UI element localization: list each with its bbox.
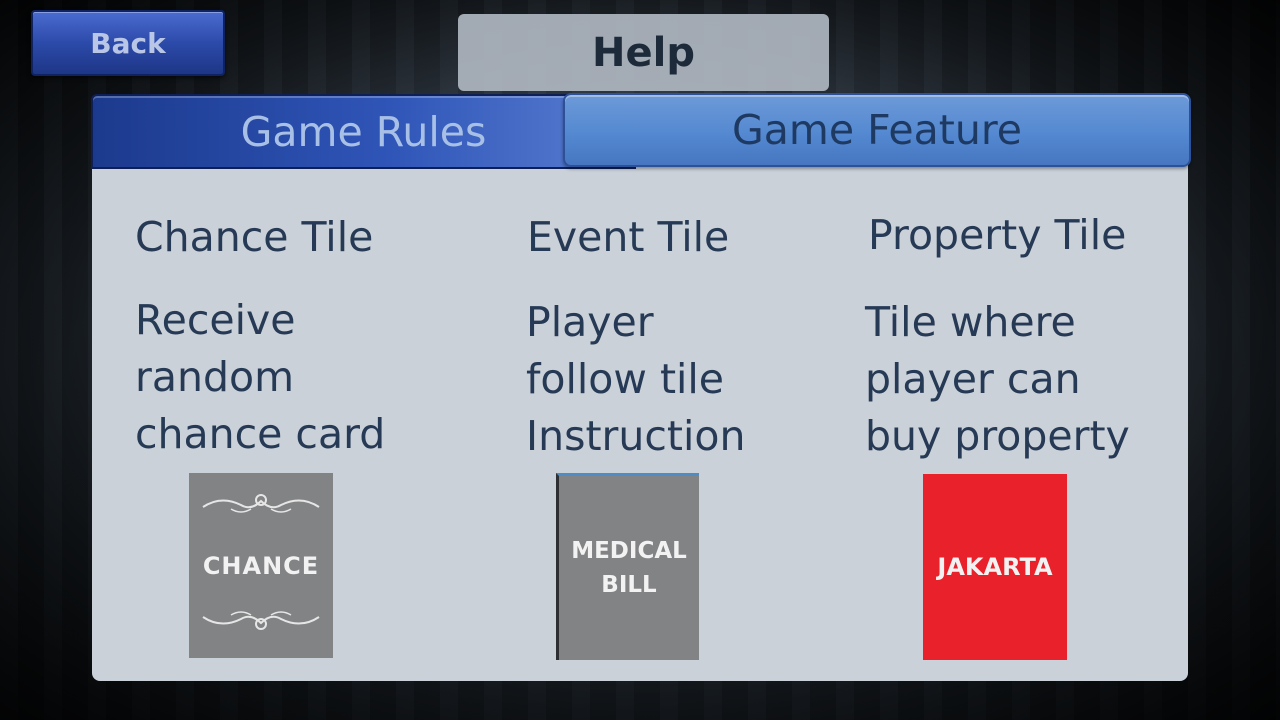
description-line: random <box>135 353 295 401</box>
description-line: buy property <box>865 412 1130 460</box>
description-line: Instruction <box>526 412 746 460</box>
property-tile-title: Property Tile <box>868 211 1127 259</box>
ornament-icon <box>202 494 320 513</box>
description-line: Tile where <box>865 298 1076 346</box>
description-line: player can <box>865 355 1081 403</box>
tile-label: CHANCE <box>202 551 320 580</box>
back-button[interactable]: Back <box>31 10 225 76</box>
tile-label: BILL <box>601 572 657 598</box>
event-tile-title: Event Tile <box>527 213 730 261</box>
ornament-icon <box>202 611 320 630</box>
description-line: Receive <box>135 296 296 344</box>
chance-tile-title: Chance Tile <box>135 213 374 261</box>
event-tile-card: MEDICAL BILL <box>556 473 699 660</box>
description-line: chance card <box>135 410 386 458</box>
chance-tile-card: CHANCE <box>189 473 333 658</box>
page-title: Help <box>458 14 829 91</box>
description-line: Player <box>526 298 654 346</box>
tile-label: JAKARTA <box>937 553 1053 581</box>
event-tile-description: Player follow tile Instruction <box>526 294 856 465</box>
description-line: follow tile <box>526 355 725 403</box>
tile-label: MEDICAL <box>571 538 687 564</box>
property-tile-card: JAKARTA <box>923 474 1067 660</box>
tab-game-rules[interactable]: Game Rules <box>91 94 636 169</box>
property-tile-description: Tile where player can buy property <box>865 294 1165 465</box>
chance-tile-description: Receive random chance card <box>135 292 465 463</box>
tab-game-feature[interactable]: Game Feature <box>563 93 1191 167</box>
